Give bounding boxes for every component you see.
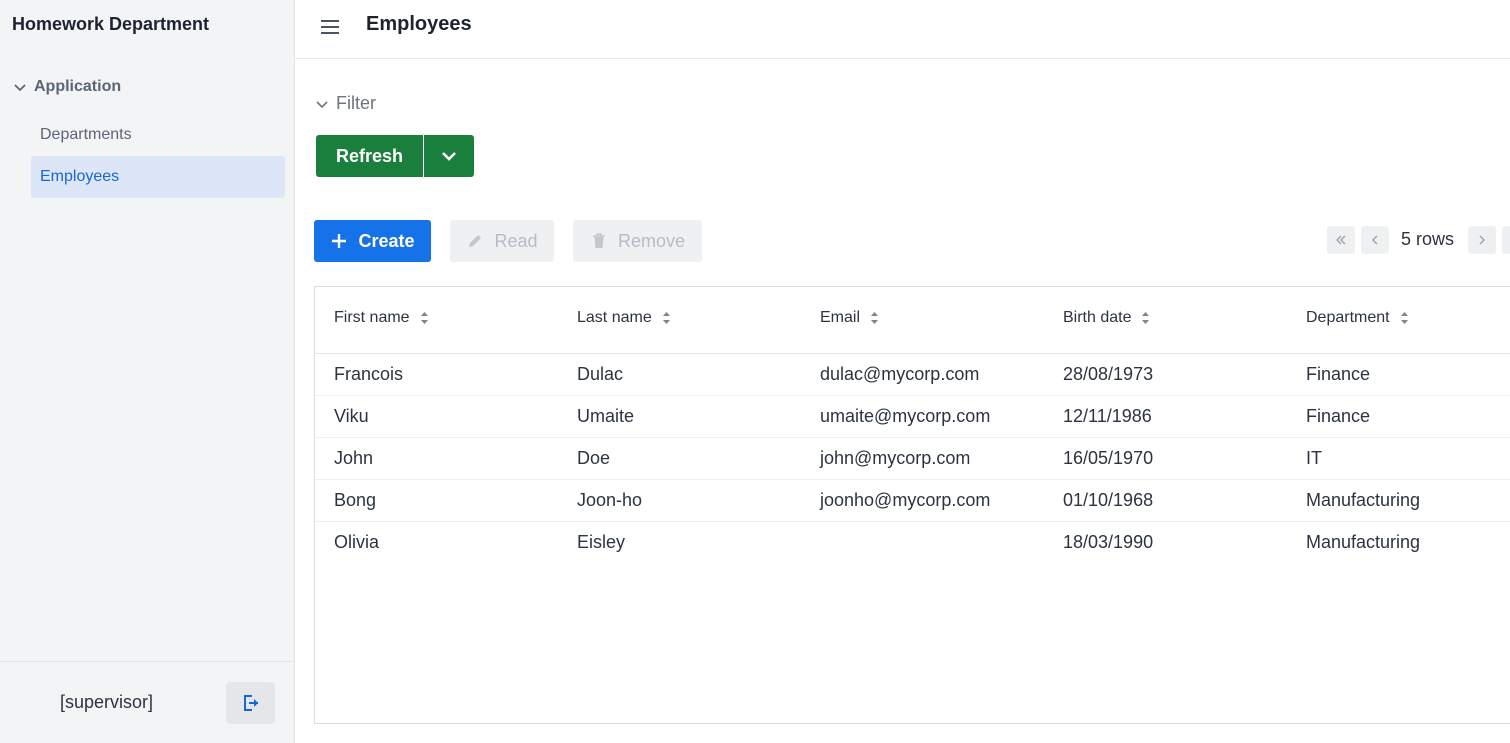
cell-email: umaite@mycorp.com: [820, 406, 991, 426]
nav-group-label: Application: [34, 78, 122, 95]
refresh-label: Refresh: [335, 145, 404, 166]
column-header-email[interactable]: Email: [820, 309, 879, 327]
remove-label: Remove: [617, 230, 686, 251]
chevron-right-icon: [1479, 235, 1485, 245]
nav-group-application[interactable]: Application: [12, 78, 121, 96]
prev-page-button[interactable]: [1361, 226, 1389, 254]
rows-count: 5 rows: [1401, 229, 1455, 249]
top-header: Employees: [295, 0, 1510, 59]
column-header-label: Last name: [577, 309, 652, 326]
table-row[interactable]: Olivia Eisley 18/03/1990 Manufacturing: [315, 522, 1510, 564]
cell-birth-date: 12/11/1986: [1063, 406, 1152, 426]
sort-icon: [871, 312, 879, 324]
read-label: Read: [494, 230, 538, 251]
column-header-birth-date[interactable]: Birth date: [1063, 309, 1150, 327]
plus-icon: [332, 234, 347, 248]
sidebar-item-employees[interactable]: Employees: [31, 156, 285, 198]
column-header-first-name[interactable]: First name: [334, 309, 429, 327]
cell-birth-date: 28/08/1973: [1063, 364, 1154, 384]
trash-icon: [592, 233, 605, 248]
cell-email: john@mycorp.com: [820, 448, 971, 468]
table-row[interactable]: Viku Umaite umaite@mycorp.com 12/11/1986…: [315, 396, 1510, 438]
filter-toggle[interactable]: Filter: [314, 93, 376, 114]
chevron-down-icon: [442, 152, 456, 161]
double-chevron-left-icon: [1336, 235, 1346, 245]
read-button[interactable]: Read: [450, 220, 554, 262]
sidebar-item-label: Employees: [40, 168, 120, 185]
chevron-down-icon: [316, 100, 328, 108]
cell-first-name: Olivia: [334, 532, 380, 552]
filter-label: Filter: [336, 93, 376, 113]
column-header-label: Email: [820, 309, 861, 326]
logout-icon: [243, 695, 258, 711]
cell-department: Finance: [1306, 364, 1371, 384]
column-header-last-name[interactable]: Last name: [577, 309, 671, 327]
last-page-button[interactable]: [1502, 226, 1510, 254]
remove-button[interactable]: Remove: [573, 220, 702, 262]
pencil-icon: [469, 235, 482, 247]
cell-birth-date: 01/10/1968: [1063, 490, 1154, 510]
logout-button[interactable]: [226, 682, 275, 724]
chevron-left-icon: [1372, 235, 1378, 245]
cell-department: Finance: [1306, 406, 1371, 426]
first-page-button[interactable]: [1327, 226, 1355, 254]
table-row[interactable]: John Doe john@mycorp.com 16/05/1970 IT: [315, 438, 1510, 480]
cell-last-name: Dulac: [577, 364, 624, 384]
cell-first-name: John: [334, 448, 374, 468]
sort-icon: [420, 312, 428, 324]
cell-last-name: Umaite: [577, 406, 635, 426]
page-title: Employees: [366, 13, 472, 35]
table-header: First name Last name Email Birth date De…: [315, 287, 1510, 354]
cell-last-name: Eisley: [577, 532, 626, 552]
sort-icon: [1400, 312, 1408, 324]
cell-department: Manufacturing: [1306, 490, 1421, 510]
app-root: Homework Department Application Departme…: [0, 0, 1510, 743]
cell-department: Manufacturing: [1306, 532, 1421, 552]
cell-last-name: Doe: [577, 448, 611, 468]
create-button[interactable]: Create: [314, 220, 431, 262]
app-title: Homework Department: [12, 14, 210, 34]
hamburger-icon[interactable]: [319, 16, 341, 38]
create-label: Create: [358, 230, 415, 251]
cell-department: IT: [1306, 448, 1322, 468]
next-page-button[interactable]: [1468, 226, 1496, 254]
cell-first-name: Bong: [334, 490, 377, 510]
table-row[interactable]: Francois Dulac dulac@mycorp.com 28/08/19…: [315, 354, 1510, 396]
sort-icon: [662, 312, 670, 324]
cell-birth-date: 16/05/1970: [1063, 448, 1154, 468]
cell-last-name: Joon-ho: [577, 490, 643, 510]
column-header-department[interactable]: Department: [1306, 309, 1409, 327]
chevron-down-icon: [14, 84, 26, 92]
sort-icon: [1142, 312, 1150, 324]
column-header-label: First name: [334, 309, 410, 326]
cell-first-name: Viku: [334, 406, 369, 426]
cell-email: joonho@mycorp.com: [820, 490, 991, 510]
sidebar-item-departments[interactable]: Departments: [31, 114, 285, 156]
sidebar-item-label: Departments: [40, 126, 132, 143]
refresh-dropdown-button[interactable]: [424, 135, 474, 177]
sidebar: Homework Department Application Departme…: [0, 0, 295, 743]
column-header-label: Department: [1306, 309, 1390, 326]
user-label: [supervisor]: [60, 692, 154, 712]
column-header-label: Birth date: [1063, 309, 1132, 326]
refresh-button[interactable]: Refresh: [316, 135, 423, 177]
cell-birth-date: 18/03/1990: [1063, 532, 1154, 552]
employees-table: First name Last name Email Birth date De…: [314, 286, 1510, 724]
cell-first-name: Francois: [334, 364, 404, 384]
sidebar-footer: [supervisor]: [0, 661, 294, 743]
cell-email: dulac@mycorp.com: [820, 364, 980, 384]
table-row[interactable]: Bong Joon-ho joonho@mycorp.com 01/10/196…: [315, 480, 1510, 522]
